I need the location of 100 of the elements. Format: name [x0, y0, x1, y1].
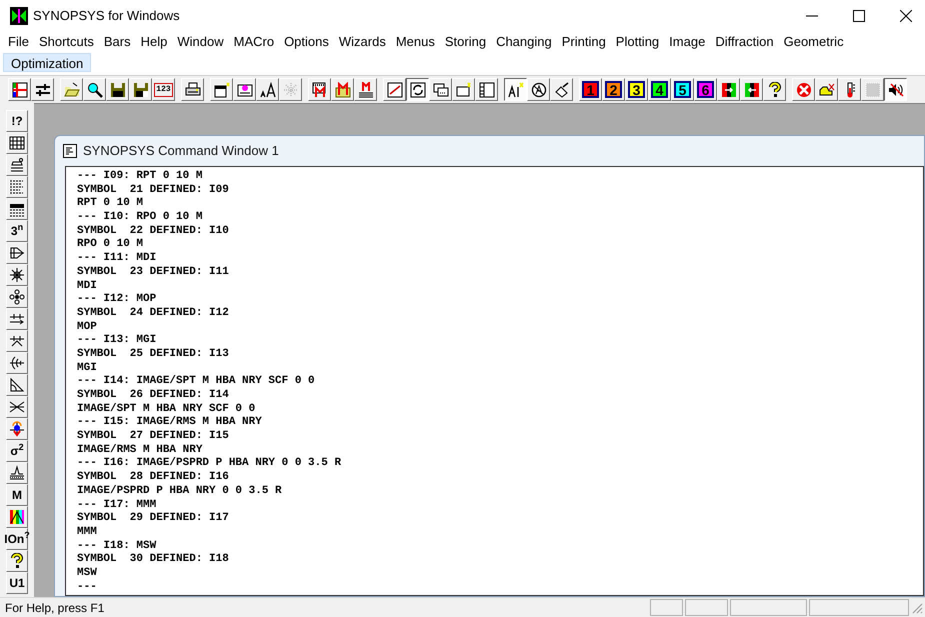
ai-icon	[508, 82, 524, 98]
film-m-button[interactable]	[308, 78, 331, 101]
stop-icon	[796, 82, 812, 98]
menu-item[interactable]: Window	[172, 31, 229, 53]
document-icon	[63, 144, 77, 158]
toolbar-button[interactable]: M	[6, 484, 28, 506]
layout-button[interactable]	[475, 78, 498, 101]
star-button[interactable]	[6, 264, 28, 286]
toolbar-button[interactable]: 4	[648, 78, 671, 101]
window-button[interactable]	[210, 78, 233, 101]
toolbar-button[interactable]: !?	[6, 110, 28, 132]
menu-item[interactable]: Options	[279, 31, 334, 53]
disk-button[interactable]	[106, 78, 129, 101]
toolbar-button[interactable]: 2	[602, 78, 625, 101]
grid-button[interactable]	[8, 78, 31, 101]
spectrum-button[interactable]	[6, 506, 28, 528]
triangle-icon	[9, 377, 25, 393]
window-icon	[214, 82, 230, 98]
arrows-button[interactable]	[6, 308, 28, 330]
crossing-button[interactable]	[6, 396, 28, 418]
folder-m-button[interactable]	[331, 78, 354, 101]
rotate-button[interactable]	[406, 78, 429, 101]
pen-button[interactable]	[550, 78, 573, 101]
toolbar-button[interactable]: σ$^{2}$	[6, 440, 28, 462]
output-line: SYMBOL 24 DEFINED: I12	[77, 306, 230, 321]
arrow-left-button[interactable]	[740, 78, 763, 101]
toolbar-button[interactable]: 3	[625, 78, 648, 101]
toolbar-button[interactable]: 6	[694, 78, 717, 101]
toolbar-button[interactable]: IOn$^{?}$	[6, 528, 28, 550]
circled-a-button[interactable]	[527, 78, 550, 101]
menu-item[interactable]: Wizards	[334, 31, 391, 53]
app-logo-icon	[10, 6, 28, 24]
menu-item[interactable]: Menus	[390, 31, 440, 53]
chart-button[interactable]	[383, 78, 406, 101]
snowflake-icon	[282, 82, 298, 98]
stack-icon	[9, 157, 25, 173]
folder-button[interactable]	[60, 78, 83, 101]
menu-item[interactable]: Plotting	[610, 31, 664, 53]
output-line: --- I12: MOP	[77, 293, 158, 307]
menu-item[interactable]: Shortcuts	[34, 31, 99, 53]
triangle-button[interactable]	[6, 374, 28, 396]
sliders-icon	[34, 82, 50, 98]
windows-button[interactable]	[429, 78, 452, 101]
output-line: SYMBOL 21 DEFINED: I09	[77, 184, 230, 198]
dotted-square-button[interactable]	[861, 78, 884, 101]
menu-item[interactable]: Diffraction	[710, 31, 779, 53]
output-line: MOP	[77, 320, 98, 334]
menu-item[interactable]: File	[3, 31, 34, 53]
branch-button[interactable]	[6, 330, 28, 352]
output-line: SYMBOL 26 DEFINED: I14	[77, 389, 230, 403]
grid-icon	[12, 82, 28, 98]
command-window-title: SYNOPSYS Command Window 1	[83, 142, 279, 160]
menu-item[interactable]: Geometric	[778, 31, 849, 53]
maximize-icon[interactable]	[853, 10, 865, 22]
waves-button[interactable]	[6, 352, 28, 374]
output-line: SYMBOL 28 DEFINED: I16	[77, 471, 230, 485]
output-line: SYMBOL 25 DEFINED: I13	[77, 348, 230, 362]
window-title: SYNOPSYS for Windows	[33, 6, 180, 25]
snowflake-button[interactable]	[279, 78, 302, 101]
help-button[interactable]	[6, 550, 28, 572]
menu-item[interactable]: MACro	[228, 31, 280, 53]
thermometer-button[interactable]	[838, 78, 861, 101]
arrow-right-button[interactable]	[717, 78, 740, 101]
peak-button[interactable]	[6, 462, 28, 484]
window-button[interactable]	[452, 78, 475, 101]
menu-item[interactable]: Optimization	[3, 53, 92, 72]
toolbar-button[interactable]: U1	[6, 572, 28, 594]
close-icon[interactable]	[900, 10, 912, 22]
toolbar-button[interactable]: 1	[579, 78, 602, 101]
m-lines-button[interactable]	[354, 78, 377, 101]
output-line: SYMBOL 29 DEFINED: I17	[77, 512, 230, 526]
menu-item[interactable]: Changing	[491, 31, 557, 53]
car-button[interactable]	[815, 78, 838, 101]
ai-button[interactable]	[504, 78, 527, 101]
output-line: IMAGE/PSPRD P HBA NRY 0 0 3.5 R	[77, 484, 283, 498]
toolbar-button[interactable]: 3$^{n}$	[6, 220, 28, 242]
stop-button[interactable]	[792, 78, 815, 101]
help-button[interactable]	[763, 78, 786, 101]
table-button[interactable]	[6, 198, 28, 220]
font-size-button[interactable]	[256, 78, 279, 101]
list-button[interactable]	[6, 176, 28, 198]
toolbar-button[interactable]: 5	[671, 78, 694, 101]
menu-item[interactable]: Printing	[556, 31, 611, 53]
layout-icon	[478, 82, 494, 98]
disk-button[interactable]	[129, 78, 152, 101]
sliders-button[interactable]	[31, 78, 54, 101]
printer-button[interactable]	[181, 78, 204, 101]
flower-button[interactable]	[6, 286, 28, 308]
output-line: IMAGE/RMS M HBA NRY	[77, 444, 204, 457]
menu-item[interactable]: Storing	[440, 31, 492, 53]
menu-item[interactable]: Bars	[98, 31, 136, 53]
stack-button[interactable]	[6, 154, 28, 176]
search-button[interactable]	[83, 78, 106, 101]
output-line: SYMBOL 27 DEFINED: I15	[77, 430, 230, 444]
toolbar-button[interactable]: 123	[152, 78, 175, 101]
card-button[interactable]	[233, 78, 256, 101]
speaker-muted-button[interactable]	[884, 78, 907, 101]
resize-grip-icon[interactable]	[911, 602, 923, 614]
menu-item[interactable]: Help	[136, 31, 172, 53]
menu-item[interactable]: Image	[664, 31, 710, 53]
